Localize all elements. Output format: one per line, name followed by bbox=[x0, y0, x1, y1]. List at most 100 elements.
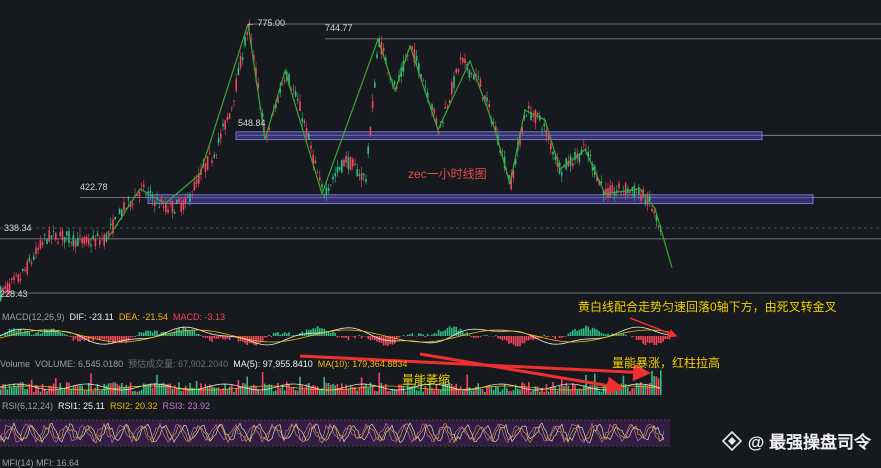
resistance-zone bbox=[236, 132, 762, 140]
candles bbox=[0, 19, 662, 302]
candle-body bbox=[458, 69, 460, 72]
macd-histogram-bar bbox=[528, 336, 530, 340]
volume-name: Volume bbox=[0, 359, 30, 369]
candle-body bbox=[337, 167, 339, 172]
macd-histogram-bar bbox=[332, 332, 334, 336]
volume-bar bbox=[381, 383, 383, 395]
macd-name: MACD(12,26,9) bbox=[2, 312, 65, 322]
candle-body bbox=[88, 239, 90, 245]
candle-body bbox=[319, 177, 321, 180]
candle-body bbox=[284, 80, 286, 82]
macd-histogram-bar bbox=[154, 330, 156, 336]
macd-histogram-bar bbox=[68, 336, 70, 337]
macd-histogram-bar bbox=[143, 333, 145, 336]
macd-annotation: 黄白线配合走势匀速回落0轴下方，由死叉转金叉 bbox=[578, 298, 837, 315]
macd-histogram-bar bbox=[403, 335, 405, 336]
macd-histogram-bar bbox=[198, 334, 200, 336]
volume-bar bbox=[510, 391, 512, 395]
macd-histogram-bar bbox=[451, 328, 453, 336]
macd-histogram-bar bbox=[205, 336, 207, 338]
macd-histogram-bar bbox=[422, 335, 424, 336]
macd-histogram-bar bbox=[568, 334, 570, 336]
macd-histogram-bar bbox=[150, 331, 152, 336]
macd-histogram-bar bbox=[559, 336, 561, 338]
volume-bar bbox=[627, 387, 629, 395]
candle-body bbox=[609, 185, 611, 196]
volume-bar bbox=[15, 387, 17, 395]
macd-histogram-bar bbox=[216, 336, 218, 339]
volume-bar bbox=[427, 389, 429, 395]
candle-body bbox=[433, 108, 435, 113]
candle-body bbox=[152, 198, 154, 199]
candle-body bbox=[317, 172, 319, 173]
candle-body bbox=[163, 206, 165, 207]
macd-histogram-bar bbox=[407, 334, 409, 336]
candle-body bbox=[13, 277, 15, 280]
macd-histogram-bar bbox=[64, 334, 66, 336]
volume-bar bbox=[598, 391, 600, 395]
candle-body bbox=[438, 131, 440, 134]
macd-histogram-bar bbox=[587, 327, 589, 336]
macd-histogram-bar bbox=[117, 336, 119, 342]
macd-histogram-bar bbox=[579, 330, 581, 336]
volume-bar bbox=[405, 391, 407, 395]
volume-bar bbox=[486, 387, 488, 395]
resistance-zone bbox=[148, 195, 813, 204]
volume-bar bbox=[521, 382, 523, 395]
volume-bar bbox=[477, 383, 479, 395]
macd-histogram-bar bbox=[189, 331, 191, 336]
rsi3-value: RSI3: 23.92 bbox=[162, 401, 210, 411]
volume-bar bbox=[154, 383, 156, 395]
macd-histogram-bar bbox=[114, 336, 116, 342]
volume-bar bbox=[136, 392, 138, 395]
volume-bar bbox=[152, 388, 154, 395]
candle-body bbox=[169, 202, 171, 203]
macd-histogram-bar bbox=[664, 336, 666, 339]
macd-histogram-bar bbox=[24, 331, 26, 336]
candle-body bbox=[422, 81, 424, 82]
macd-histogram-bar bbox=[75, 336, 77, 339]
macd-histogram-bar bbox=[495, 335, 497, 336]
volume-bar bbox=[42, 384, 44, 395]
macd-histogram-bar bbox=[436, 334, 438, 336]
macd-histogram-bar bbox=[638, 336, 640, 340]
candle-body bbox=[552, 152, 554, 154]
macd-histogram-bar bbox=[191, 330, 193, 336]
macd-histogram-bar bbox=[194, 330, 196, 336]
volume-bar bbox=[99, 391, 101, 395]
level-label-744: 744.77 bbox=[325, 23, 353, 33]
volume-bar bbox=[326, 383, 328, 395]
volume-bar bbox=[348, 389, 350, 395]
volume-bar bbox=[132, 391, 134, 395]
macd-histogram-bar bbox=[218, 336, 220, 339]
candle-body bbox=[70, 242, 72, 243]
macd-histogram-bar bbox=[273, 333, 275, 336]
volume-bar bbox=[40, 392, 42, 395]
candle-body bbox=[638, 187, 640, 194]
macd-histogram-bar bbox=[548, 336, 550, 337]
volume-bar bbox=[438, 390, 440, 395]
macd-histogram-bar bbox=[352, 336, 354, 337]
mfi-header: MFI(14) MFI: 16.64 bbox=[2, 458, 79, 468]
candle-body bbox=[416, 56, 418, 61]
volume-bar bbox=[24, 389, 26, 395]
macd-histogram-bar bbox=[348, 336, 350, 340]
candle-body bbox=[645, 199, 647, 204]
candle-body bbox=[339, 167, 341, 170]
volume-bar bbox=[581, 390, 583, 395]
volume-bar bbox=[57, 390, 59, 395]
macd-histogram-bar bbox=[607, 334, 609, 336]
volume-bar bbox=[75, 385, 77, 395]
candle-body bbox=[161, 199, 163, 201]
volume-bar bbox=[180, 391, 182, 395]
volume-bar bbox=[359, 387, 361, 395]
candle-body bbox=[101, 238, 103, 239]
macd-histogram-bar bbox=[77, 336, 79, 341]
candle-body bbox=[301, 118, 303, 121]
volume-bar bbox=[499, 392, 501, 395]
macd-histogram-bar bbox=[262, 336, 264, 342]
volume-bar bbox=[312, 385, 314, 395]
candle-body bbox=[167, 210, 169, 213]
candle-body bbox=[282, 84, 284, 85]
macd-histogram-bar bbox=[506, 336, 508, 341]
